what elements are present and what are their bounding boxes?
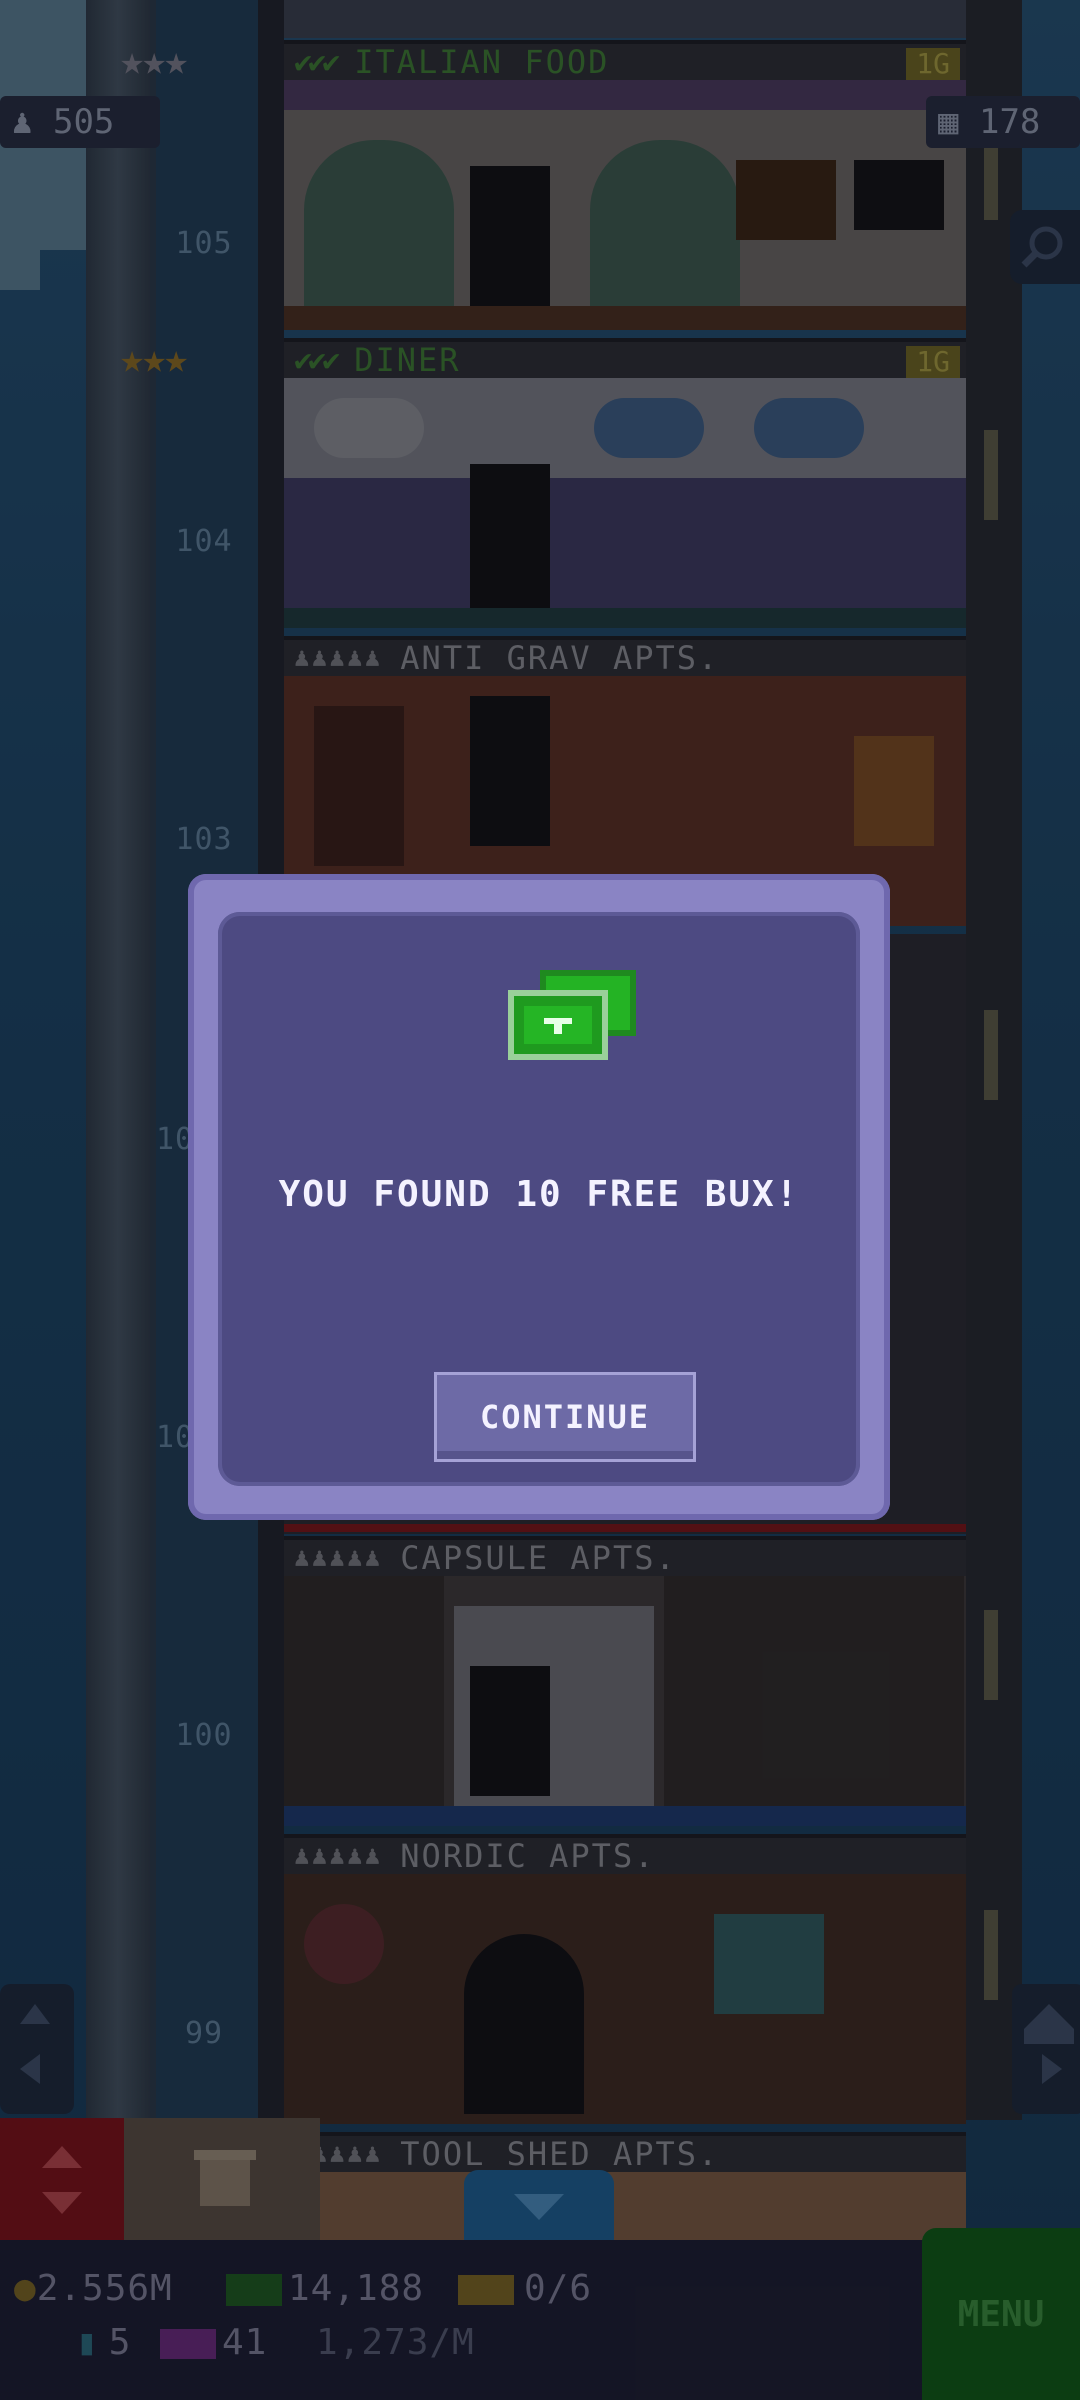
reward-dialog: YOU FOUND 10 FREE BUX! CONTINUE: [188, 874, 890, 1520]
dialog-body: YOU FOUND 10 FREE BUX! CONTINUE: [218, 912, 860, 1486]
continue-button[interactable]: CONTINUE: [434, 1372, 696, 1462]
bux-icon: [508, 970, 636, 1060]
reward-message: YOU FOUND 10 FREE BUX!: [278, 1174, 800, 1215]
